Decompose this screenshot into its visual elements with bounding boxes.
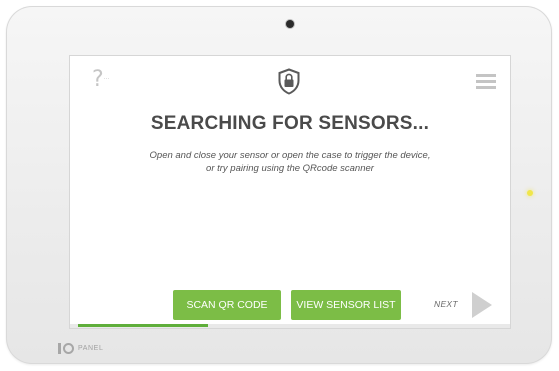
- page-title: SEARCHING FOR SENSORS...: [150, 113, 430, 134]
- front-camera: [286, 20, 294, 28]
- logo-i-mark: [58, 342, 61, 354]
- status-led: [527, 190, 533, 196]
- instruction-line-1: Open and close your sensor or open the c…: [149, 150, 431, 161]
- question-mark-icon[interactable]: ?···: [92, 69, 109, 91]
- hamburger-menu-icon[interactable]: [476, 74, 496, 89]
- scan-qr-code-button[interactable]: SCAN QR CODE: [173, 290, 281, 320]
- instruction-text: Open and close your sensor or open the c…: [90, 149, 490, 175]
- panel-device: ?··· SEARCHING FOR SENSORS... Open and c…: [6, 6, 552, 364]
- view-sensor-list-button[interactable]: VIEW SENSOR LIST: [291, 290, 401, 320]
- progress-bar: [78, 324, 208, 327]
- next-label[interactable]: NEXT: [434, 299, 458, 309]
- instruction-line-2: or try pairing using the QRcode scanner: [206, 163, 374, 174]
- touch-screen: ?··· SEARCHING FOR SENSORS... Open and c…: [70, 56, 510, 328]
- brand-logo: PANEL: [58, 342, 103, 354]
- brand-text: PANEL: [78, 344, 104, 352]
- next-arrow-icon[interactable]: [472, 292, 492, 318]
- shield-lock-icon: [278, 68, 300, 95]
- logo-q-mark: [63, 342, 74, 354]
